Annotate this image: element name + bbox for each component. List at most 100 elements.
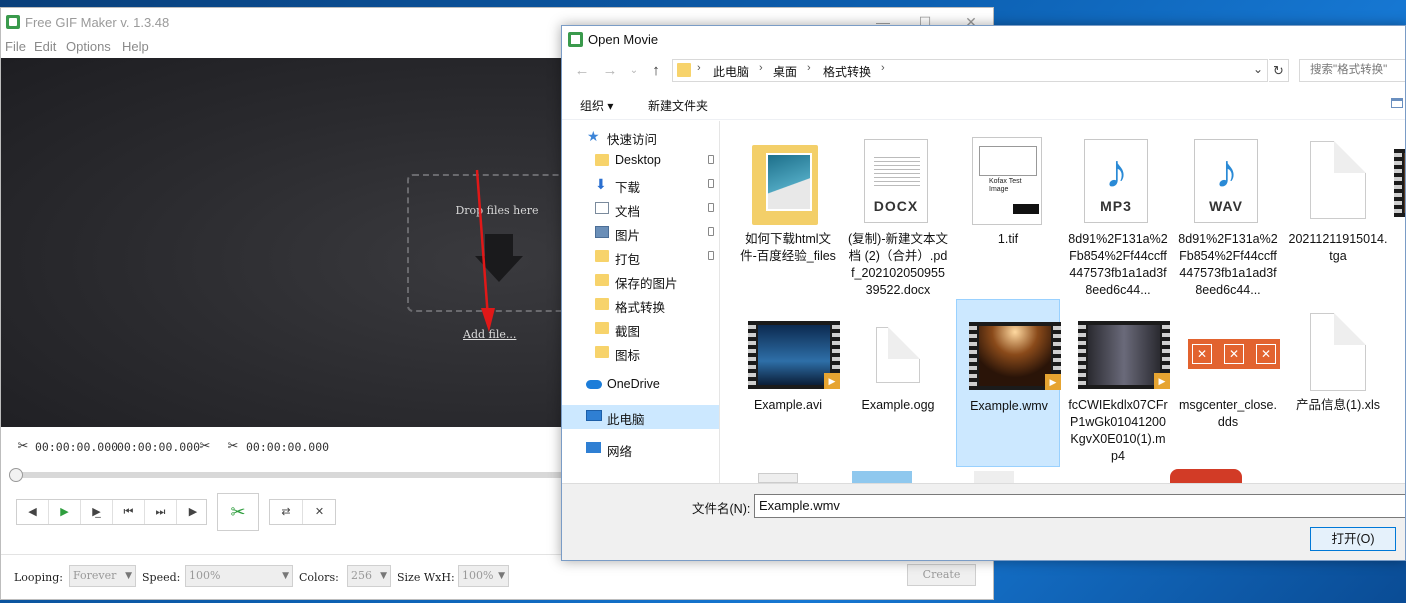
menu-options[interactable]: Options <box>66 39 111 54</box>
back-arrow-icon[interactable]: ← <box>572 61 592 81</box>
mark-out-icon[interactable]: ✂ <box>197 438 213 454</box>
new-folder-button[interactable]: 新建文件夹 <box>648 97 708 114</box>
play-button[interactable]: ▶ <box>49 500 81 524</box>
menu-edit[interactable]: Edit <box>34 39 56 54</box>
colors-select[interactable]: 256▼ <box>347 565 391 587</box>
go-end-button[interactable]: ⏭ <box>145 500 177 524</box>
file-grid: 如何下载html文件-百度经验_files DOCX (复制)-新建文本文档 (… <box>722 121 1406 483</box>
file-tile-partial[interactable] <box>974 471 1014 483</box>
breadcrumb-separator-icon: › <box>807 62 811 74</box>
refresh-button[interactable]: ↻ <box>1269 59 1289 82</box>
nav-saved-pictures[interactable]: 保存的图片 <box>562 269 719 293</box>
generic-file-icon <box>1298 137 1378 227</box>
file-tile-selected[interactable]: ▶ Example.wmv <box>956 299 1060 467</box>
up-arrow-icon[interactable]: ↑ <box>646 61 666 81</box>
next-frame-button[interactable]: ▶ <box>177 500 209 524</box>
nav-label: OneDrive <box>607 377 660 391</box>
forward-arrow-icon[interactable]: → <box>600 61 620 81</box>
file-tile[interactable]: ♪WAV 8d91%2F131a%2Fb854%2Ff44ccff447573f… <box>1176 127 1280 295</box>
network-icon <box>586 442 601 453</box>
open-button[interactable]: 打开(O) <box>1310 527 1396 551</box>
window-title: Free GIF Maker v. 1.3.48 <box>25 15 169 30</box>
generic-file-icon <box>858 309 938 399</box>
pin-icon <box>708 203 714 212</box>
file-name: Example.ogg <box>848 397 948 414</box>
file-name: 8d91%2F131a%2Fb854%2Ff44ccff447573fb1a1a… <box>1178 231 1278 299</box>
file-tile[interactable]: ♪MP3 8d91%2F131a%2Fb854%2Ff44ccff447573f… <box>1066 127 1170 295</box>
file-tile[interactable]: 如何下载html文件-百度经验_files <box>736 127 840 295</box>
breadcrumb-this-pc[interactable]: 此电脑 <box>713 63 749 80</box>
file-tile[interactable]: Example.ogg <box>846 299 950 467</box>
address-bar[interactable]: › 此电脑 › 桌面 › 格式转换 › ⌄ <box>672 59 1268 82</box>
nav-downloads[interactable]: ⬇ 下载 <box>562 173 719 197</box>
nav-desktop[interactable]: Desktop <box>562 149 719 173</box>
file-tile[interactable]: ✕✕✕ msgcenter_close.dds <box>1176 299 1280 467</box>
prev-frame-button[interactable]: ◀ <box>17 500 49 524</box>
file-name: Example.avi <box>738 397 838 414</box>
app-icon <box>6 15 20 29</box>
nav-this-pc[interactable]: 此电脑 <box>562 405 719 429</box>
reverse-button[interactable]: ⇄ <box>270 500 303 524</box>
play-selection-button[interactable]: ▶̲ <box>81 500 113 524</box>
mark-in-icon[interactable]: ✂ <box>15 438 31 454</box>
open-movie-dialog: Open Movie ← → ⌄ ↑ › 此电脑 › 桌面 › 格式转换 › ⌄… <box>561 25 1406 561</box>
nav-label: 截图 <box>615 321 640 340</box>
file-tile-partial[interactable] <box>758 473 798 483</box>
speed-select[interactable]: 100%▼ <box>185 565 293 587</box>
go-start-button[interactable]: ⏮ <box>113 500 145 524</box>
delete-button[interactable]: ✕ <box>303 500 336 524</box>
nav-label: 此电脑 <box>607 409 645 428</box>
breadcrumb-desktop[interactable]: 桌面 <box>773 63 797 80</box>
create-button[interactable]: Create <box>907 564 976 586</box>
dialog-app-icon <box>568 32 583 47</box>
edit-controls: ⇄ ✕ <box>269 499 336 525</box>
transport-controls: ◀ ▶ ▶̲ ⏮ ⏭ ▶ <box>16 499 207 525</box>
end-time: 00:00:00.000 <box>117 440 200 454</box>
nav-folder-pack[interactable]: 打包 <box>562 245 719 269</box>
cut-button[interactable]: ✂ <box>217 493 259 531</box>
file-tile-partial[interactable] <box>852 471 912 483</box>
nav-icons[interactable]: 图标 <box>562 341 719 365</box>
menu-help[interactable]: Help <box>122 39 149 54</box>
nav-pictures[interactable]: 图片 <box>562 221 719 245</box>
file-tile[interactable]: Kofax Test Image 1.tif <box>956 127 1060 295</box>
menu-file[interactable]: File <box>5 39 26 54</box>
folder-icon <box>595 274 609 286</box>
file-tile-partial[interactable] <box>1170 469 1242 483</box>
organize-button[interactable]: 组织 ▾ <box>580 97 613 114</box>
size-select[interactable]: 100%▼ <box>458 565 509 587</box>
cloud-icon <box>586 380 602 389</box>
nav-onedrive[interactable]: OneDrive <box>562 373 719 397</box>
file-tile[interactable]: ▶ Example.avi <box>736 299 840 467</box>
looping-select[interactable]: Forever▼ <box>69 565 136 587</box>
nav-label: Desktop <box>615 153 661 167</box>
recent-chevron-icon[interactable]: ⌄ <box>624 61 644 81</box>
file-tile[interactable]: ▶ fcCWIEkdlx07CFrP1wGk01041200KgvX0E010(… <box>1066 299 1170 467</box>
chevron-down-icon[interactable]: ⌄ <box>1253 62 1263 76</box>
file-tile[interactable]: 20211211915014.tga <box>1286 127 1390 295</box>
file-tile[interactable]: DOCX (复制)-新建文本文档 (2)（合并）.pdf_20210205095… <box>846 127 950 295</box>
looping-label: Looping: <box>14 571 63 584</box>
nav-label: 网络 <box>607 441 632 460</box>
size-label: Size WxH: <box>397 571 455 584</box>
file-tile[interactable] <box>1382 127 1406 295</box>
seek-thumb[interactable] <box>9 468 23 482</box>
search-input[interactable]: 搜索"格式转换" <box>1299 59 1406 82</box>
file-tile[interactable]: 产品信息(1).xls <box>1286 299 1390 467</box>
dds-file-icon: ✕✕✕ <box>1188 309 1268 399</box>
nav-network[interactable]: 网络 <box>562 437 719 461</box>
duration-icon: ✂ <box>225 438 241 454</box>
breadcrumb-current[interactable]: 格式转换 <box>823 63 871 80</box>
file-name: 1.tif <box>958 231 1058 248</box>
colors-label: Colors: <box>299 571 339 584</box>
seek-slider[interactable] <box>13 472 573 478</box>
nav-quick-access[interactable]: ★ 快速访问 <box>562 125 719 149</box>
nav-format-convert[interactable]: 格式转换 <box>562 293 719 317</box>
filename-input[interactable]: Example.wmv <box>754 494 1406 518</box>
looping-value: Forever <box>73 569 116 582</box>
dialog-title: Open Movie <box>588 32 658 47</box>
nav-screenshots[interactable]: 截图 <box>562 317 719 341</box>
nav-documents[interactable]: 文档 <box>562 197 719 221</box>
view-options-icon[interactable] <box>1391 98 1403 108</box>
file-name: Example.wmv <box>959 398 1059 415</box>
